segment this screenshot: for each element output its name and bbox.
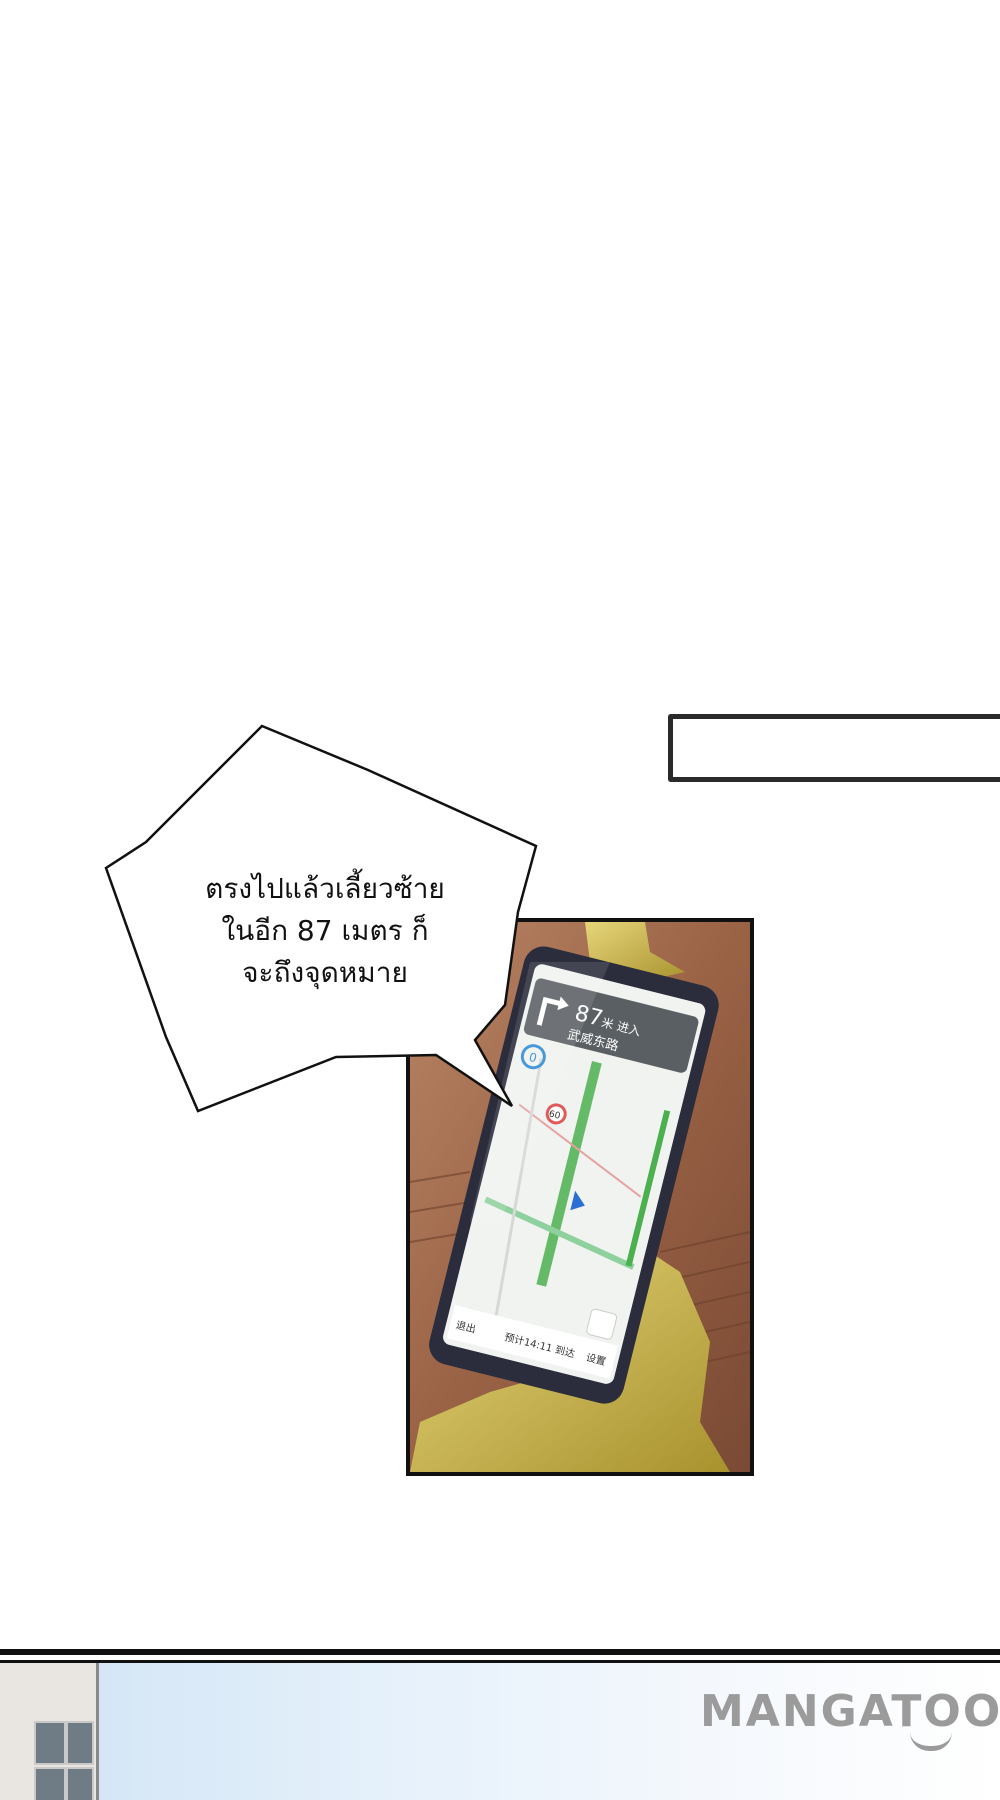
phone-illustration: 87 米 进入 武威东路 0 60 退出 预计14:11 到达 设置 <box>410 922 750 1472</box>
building-illustration <box>0 1663 99 1800</box>
speech-line-2: ในอีก 87 เมตร ก็ <box>221 914 429 947</box>
comic-page: 87 米 进入 武威东路 0 60 退出 预计14:11 到达 设置 ตรงไป… <box>0 0 1000 1800</box>
mangatoon-watermark: MANGATOON <box>700 1686 1000 1737</box>
phone-panel: 87 米 进入 武威东路 0 60 退出 预计14:11 到达 设置 <box>406 918 754 1476</box>
speech-line-3: จะถึงจุดหมาย <box>242 956 408 989</box>
empty-panel-frame <box>668 714 1000 782</box>
panel-divider <box>0 1649 1000 1655</box>
speech-line-1: ตรงไปแล้วเลี้ยวซ้าย <box>205 872 445 905</box>
speech-bubble-text: ตรงไปแล้วเลี้ยวซ้าย ในอีก 87 เมตร ก็ จะถ… <box>150 868 500 994</box>
